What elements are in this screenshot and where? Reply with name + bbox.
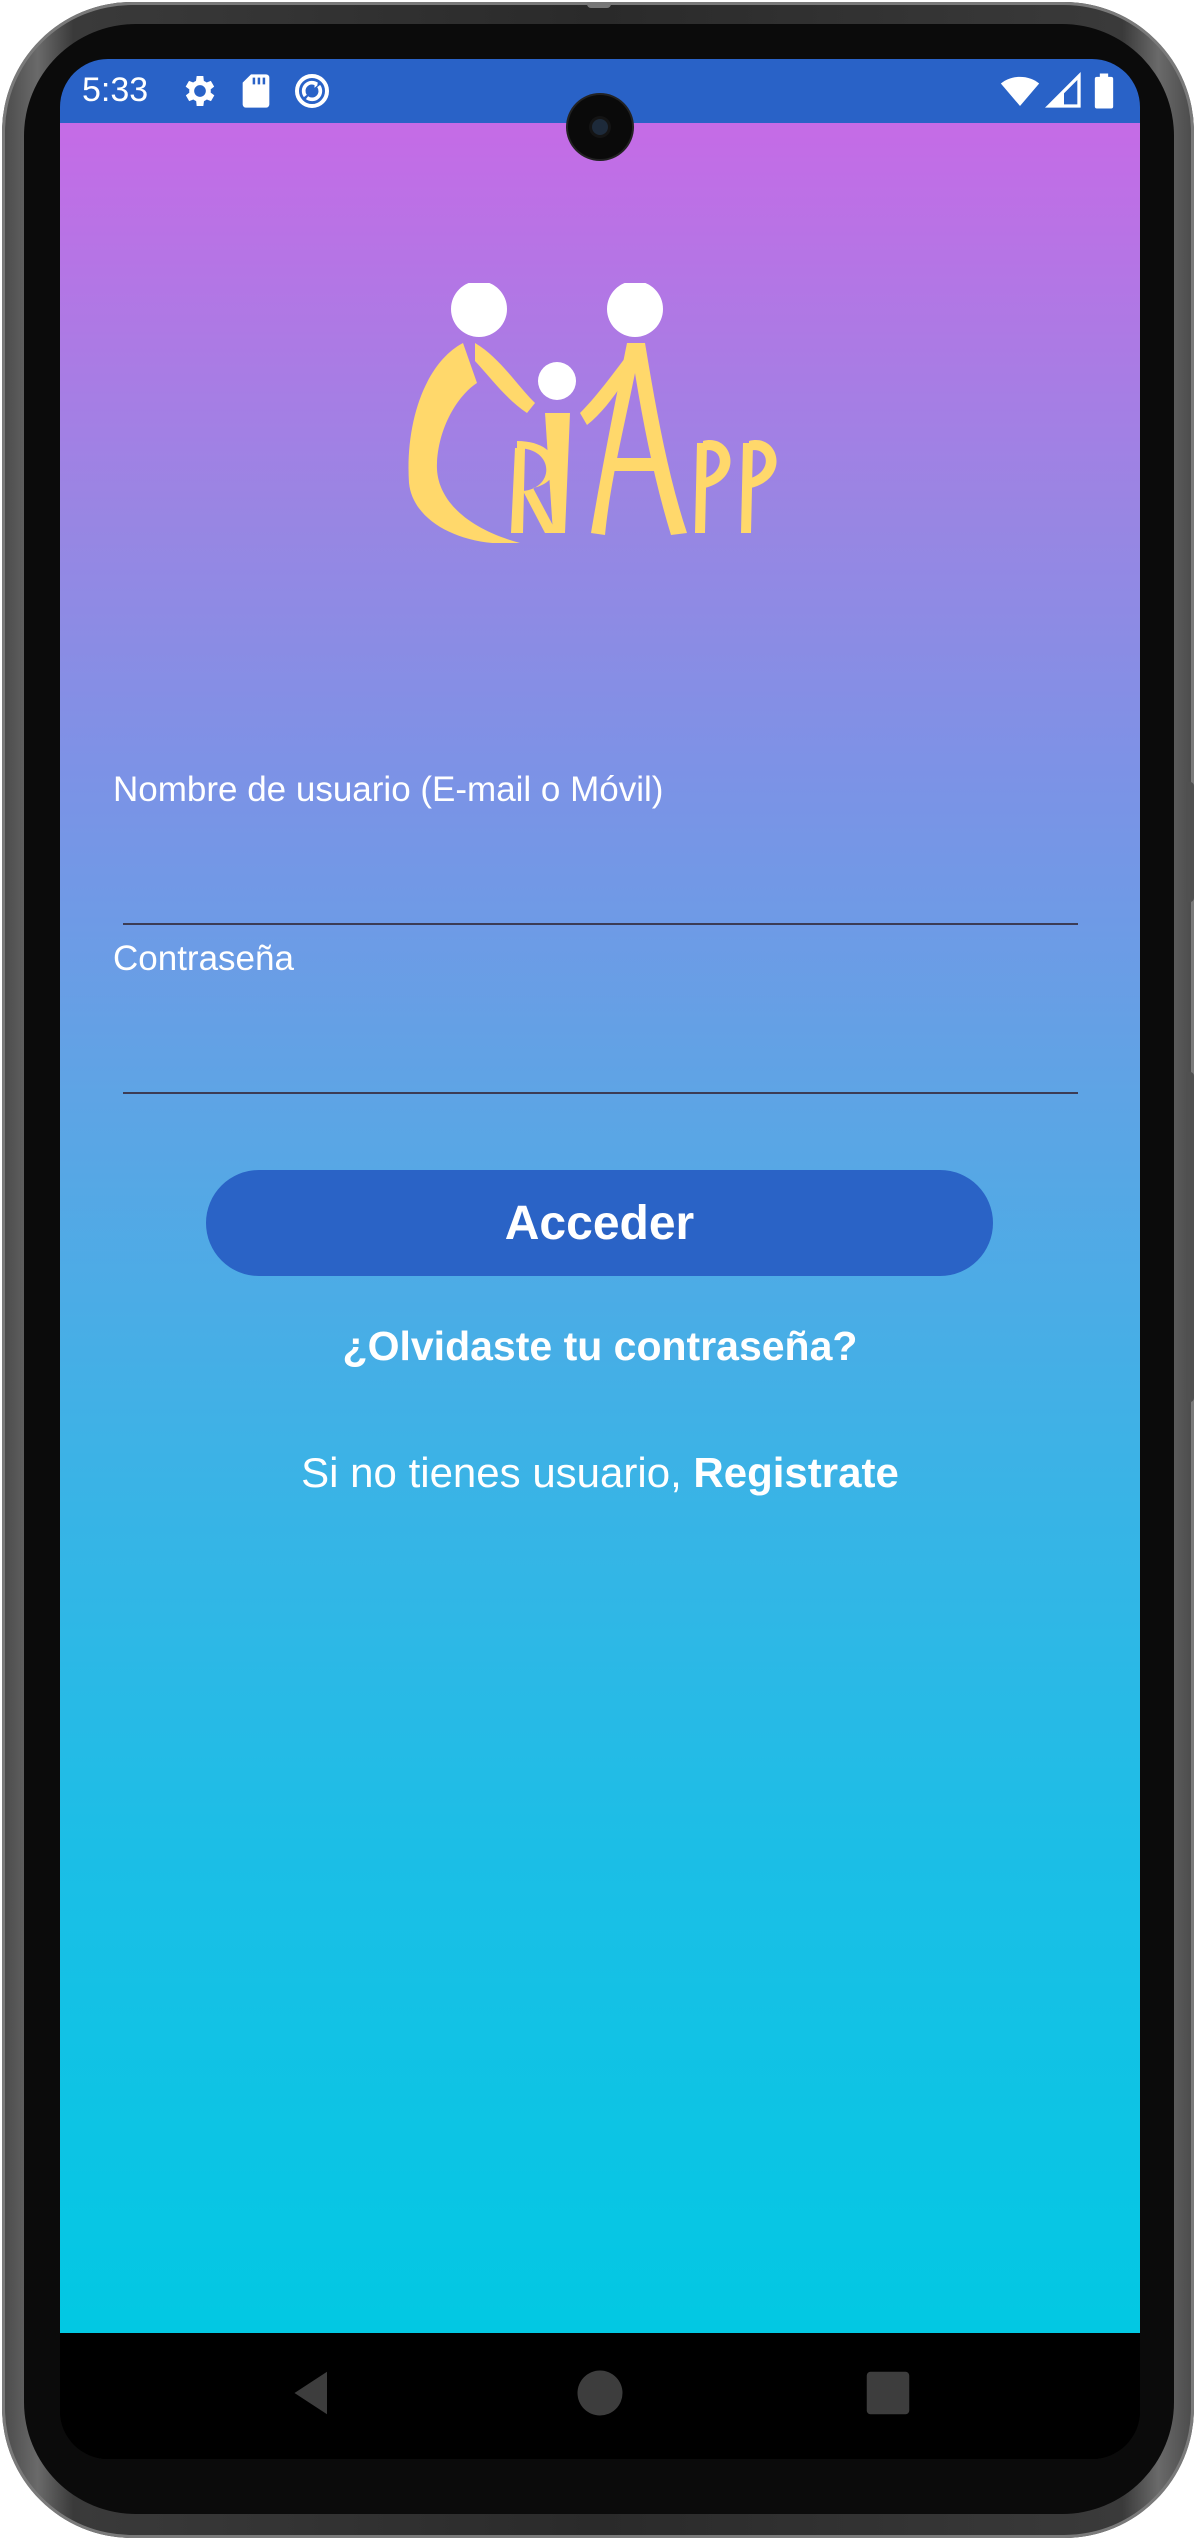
gear-icon: [185, 76, 215, 106]
password-label: Contraseña: [113, 939, 294, 978]
username-label: Nombre de usuario (E-mail o Móvil): [113, 770, 664, 809]
recents-icon[interactable]: [858, 2363, 918, 2423]
sd-card-icon: [242, 74, 270, 108]
app-logo: [408, 283, 777, 543]
power-button: [1186, 1072, 1194, 1402]
password-input[interactable]: [123, 1032, 1078, 1094]
forgot-password-link[interactable]: ¿Olvidaste tu contraseña?: [60, 1323, 1140, 1370]
front-camera: [568, 95, 632, 159]
register-prefix-text: Si no tienes usuario,: [301, 1449, 694, 1496]
login-screen: Nombre de usuario (E-mail o Móvil) Contr…: [60, 123, 1140, 2333]
back-icon[interactable]: [282, 2363, 342, 2423]
register-link[interactable]: Registrate: [693, 1449, 898, 1496]
device-top-notch: [587, 2, 611, 8]
phone-frame: 5:33 Nombre de usuario (E-mail o Móvil) …: [2, 2, 1194, 2538]
register-prompt: Si no tienes usuario, Registrate: [60, 1449, 1140, 1497]
volume-up-button: [1186, 782, 1194, 902]
navigation-bar: [60, 2333, 1140, 2459]
status-time: 5:33: [82, 71, 149, 109]
wifi-icon: [1000, 76, 1040, 106]
sync-icon: [295, 74, 329, 108]
username-input[interactable]: [123, 863, 1078, 925]
home-icon[interactable]: [570, 2363, 630, 2423]
battery-icon: [1094, 73, 1114, 109]
cell-signal-icon: [1044, 71, 1081, 108]
login-button[interactable]: Acceder: [206, 1170, 993, 1276]
screen: 5:33 Nombre de usuario (E-mail o Móvil) …: [60, 59, 1140, 2459]
